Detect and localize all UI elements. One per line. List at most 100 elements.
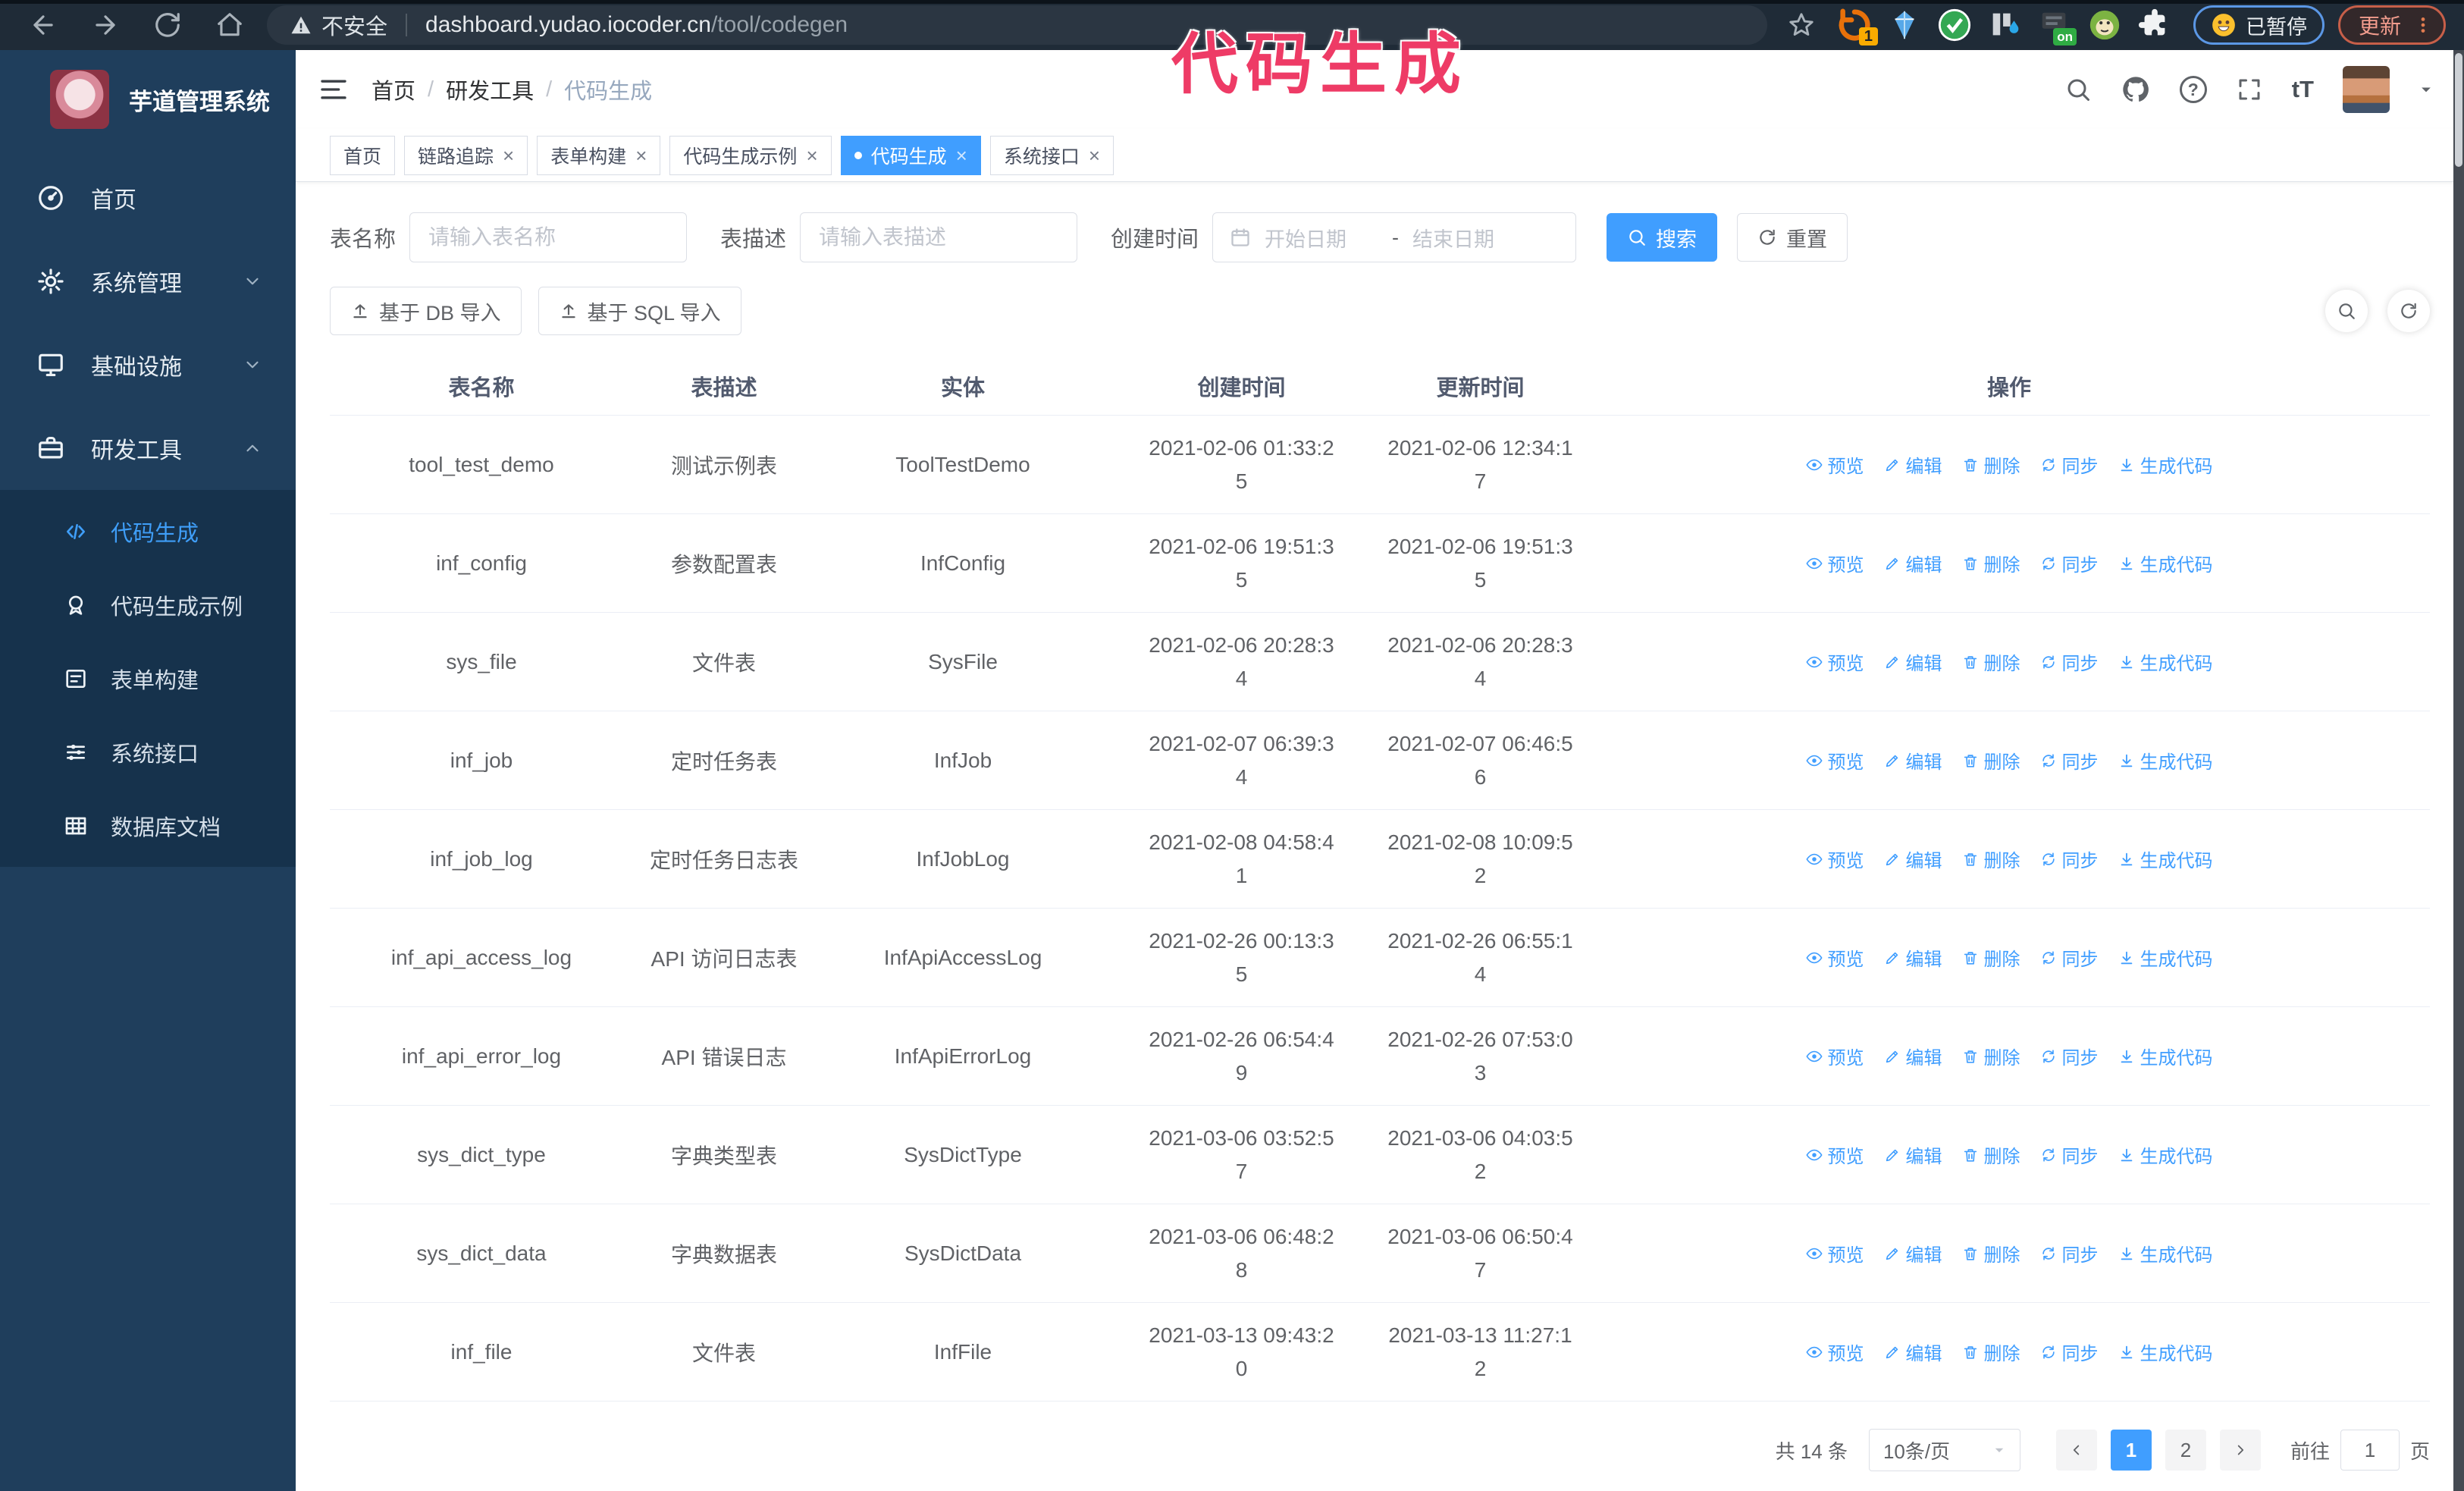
refresh-table-button[interactable] bbox=[2387, 290, 2430, 332]
scrollbar-thumb[interactable] bbox=[2455, 53, 2462, 167]
search-icon[interactable] bbox=[2064, 76, 2092, 103]
action-edit-link[interactable]: 编辑 bbox=[1884, 451, 1942, 478]
action-preview-link[interactable]: 预览 bbox=[1805, 451, 1864, 478]
sidebar-item-system[interactable]: 系统管理 bbox=[0, 240, 296, 323]
action-delete-link[interactable]: 删除 bbox=[1962, 451, 2020, 478]
action-preview-link[interactable]: 预览 bbox=[1805, 944, 1864, 971]
browser-back-icon[interactable] bbox=[29, 11, 58, 39]
tab-close-icon[interactable]: × bbox=[806, 146, 817, 165]
action-delete-link[interactable]: 删除 bbox=[1962, 944, 2020, 971]
action-sync-link[interactable]: 同步 bbox=[2040, 1043, 2099, 1069]
action-delete-link[interactable]: 删除 bbox=[1962, 1240, 2020, 1267]
action-edit-link[interactable]: 编辑 bbox=[1884, 1240, 1942, 1267]
action-delete-link[interactable]: 删除 bbox=[1962, 846, 2020, 872]
sidebar-item-home[interactable]: 首页 bbox=[0, 156, 296, 240]
hamburger-icon[interactable] bbox=[318, 74, 349, 105]
action-delete-link[interactable]: 删除 bbox=[1962, 1339, 2020, 1365]
action-generate-link[interactable]: 生成代码 bbox=[2118, 451, 2213, 478]
ext-check-icon[interactable] bbox=[1937, 8, 1972, 42]
action-preview-link[interactable]: 预览 bbox=[1805, 747, 1864, 774]
action-sync-link[interactable]: 同步 bbox=[2040, 747, 2099, 774]
next-page-button[interactable] bbox=[2219, 1430, 2261, 1471]
ext-monkey-icon[interactable] bbox=[2087, 8, 2122, 42]
app-logo-row[interactable]: 芋道管理系统 bbox=[0, 50, 296, 149]
tab-close-icon[interactable]: × bbox=[503, 146, 514, 165]
browser-update-button[interactable]: 更新 bbox=[2337, 5, 2446, 45]
reset-button[interactable]: 重置 bbox=[1737, 213, 1848, 262]
action-preview-link[interactable]: 预览 bbox=[1805, 1141, 1864, 1168]
font-size-icon[interactable]: tT bbox=[2292, 76, 2314, 103]
table-name-input[interactable] bbox=[427, 224, 670, 250]
action-generate-link[interactable]: 生成代码 bbox=[2118, 1240, 2213, 1267]
action-sync-link[interactable]: 同步 bbox=[2040, 648, 2099, 675]
tab-system-api[interactable]: 系统接口 × bbox=[989, 135, 1114, 175]
browser-address-bar[interactable]: 不安全 dashboard.yudao.iocoder.cn/tool/code… bbox=[267, 5, 1767, 45]
page-button-1[interactable]: 1 bbox=[2110, 1430, 2152, 1471]
action-generate-link[interactable]: 生成代码 bbox=[2118, 1339, 2213, 1365]
action-edit-link[interactable]: 编辑 bbox=[1884, 747, 1942, 774]
prev-page-button[interactable] bbox=[2055, 1430, 2097, 1471]
action-edit-link[interactable]: 编辑 bbox=[1884, 550, 1942, 576]
action-generate-link[interactable]: 生成代码 bbox=[2118, 648, 2213, 675]
breadcrumb-devtools[interactable]: 研发工具 bbox=[446, 74, 534, 105]
action-delete-link[interactable]: 删除 bbox=[1962, 747, 2020, 774]
ext-switch-icon[interactable]: on bbox=[2037, 8, 2077, 46]
action-preview-link[interactable]: 预览 bbox=[1805, 1043, 1864, 1069]
breadcrumb-home[interactable]: 首页 bbox=[371, 74, 415, 105]
action-sync-link[interactable]: 同步 bbox=[2040, 451, 2099, 478]
bookmark-star-icon[interactable] bbox=[1787, 11, 1816, 39]
tab-codegen-demo[interactable]: 代码生成示例 × bbox=[669, 135, 832, 175]
ext-gem-icon[interactable] bbox=[1887, 8, 1922, 42]
sidebar-subitem-codegen[interactable]: 代码生成 bbox=[0, 494, 296, 568]
tab-close-icon[interactable]: × bbox=[1089, 146, 1100, 165]
action-edit-link[interactable]: 编辑 bbox=[1884, 846, 1942, 872]
ext-columns-icon[interactable] bbox=[1987, 8, 2022, 42]
action-edit-link[interactable]: 编辑 bbox=[1884, 944, 1942, 971]
action-edit-link[interactable]: 编辑 bbox=[1884, 1043, 1942, 1069]
page-button-2[interactable]: 2 bbox=[2165, 1430, 2206, 1471]
action-preview-link[interactable]: 预览 bbox=[1805, 648, 1864, 675]
tab-form-builder[interactable]: 表单构建 × bbox=[537, 135, 661, 175]
action-edit-link[interactable]: 编辑 bbox=[1884, 1339, 1942, 1365]
sidebar-subitem-form-builder[interactable]: 表单构建 bbox=[0, 642, 296, 715]
action-sync-link[interactable]: 同步 bbox=[2040, 550, 2099, 576]
kebab-menu-icon[interactable] bbox=[2413, 15, 2433, 35]
action-generate-link[interactable]: 生成代码 bbox=[2118, 747, 2213, 774]
tab-home[interactable]: 首页 bbox=[330, 135, 396, 175]
goto-page-input[interactable] bbox=[2340, 1430, 2400, 1471]
browser-reload-icon[interactable] bbox=[153, 11, 182, 39]
browser-forward-icon[interactable] bbox=[91, 11, 120, 39]
action-preview-link[interactable]: 预览 bbox=[1805, 846, 1864, 872]
table-desc-input[interactable] bbox=[817, 224, 1061, 250]
toggle-search-button[interactable] bbox=[2325, 290, 2368, 332]
action-generate-link[interactable]: 生成代码 bbox=[2118, 944, 2213, 971]
browser-home-icon[interactable] bbox=[215, 11, 244, 39]
action-delete-link[interactable]: 删除 bbox=[1962, 1141, 2020, 1168]
fullscreen-icon[interactable] bbox=[2236, 76, 2263, 103]
action-edit-link[interactable]: 编辑 bbox=[1884, 1141, 1942, 1168]
action-edit-link[interactable]: 编辑 bbox=[1884, 648, 1942, 675]
avatar-caret-icon[interactable] bbox=[2419, 82, 2434, 97]
page-size-select[interactable]: 10条/页 bbox=[1868, 1429, 2020, 1471]
sidebar-subitem-db-doc[interactable]: 数据库文档 bbox=[0, 789, 296, 862]
action-sync-link[interactable]: 同步 bbox=[2040, 846, 2099, 872]
action-sync-link[interactable]: 同步 bbox=[2040, 1141, 2099, 1168]
import-db-button[interactable]: 基于 DB 导入 bbox=[330, 287, 522, 335]
action-sync-link[interactable]: 同步 bbox=[2040, 944, 2099, 971]
action-generate-link[interactable]: 生成代码 bbox=[2118, 550, 2213, 576]
tab-tracing[interactable]: 链路追踪 × bbox=[404, 135, 528, 175]
action-preview-link[interactable]: 预览 bbox=[1805, 1240, 1864, 1267]
ext-sync-icon[interactable]: 1 bbox=[1837, 8, 1878, 46]
import-sql-button[interactable]: 基于 SQL 导入 bbox=[538, 287, 741, 335]
github-icon[interactable] bbox=[2121, 74, 2151, 105]
action-delete-link[interactable]: 删除 bbox=[1962, 1043, 2020, 1069]
action-sync-link[interactable]: 同步 bbox=[2040, 1339, 2099, 1365]
paused-extension-button[interactable]: 已暂停 bbox=[2193, 5, 2324, 45]
help-icon[interactable]: ? bbox=[2179, 76, 2207, 103]
action-delete-link[interactable]: 删除 bbox=[1962, 550, 2020, 576]
action-generate-link[interactable]: 生成代码 bbox=[2118, 1043, 2213, 1069]
action-sync-link[interactable]: 同步 bbox=[2040, 1240, 2099, 1267]
sidebar-subitem-system-api[interactable]: 系统接口 bbox=[0, 715, 296, 789]
browser-scrollbar[interactable] bbox=[2453, 50, 2464, 1491]
tab-close-icon[interactable]: × bbox=[635, 146, 647, 165]
